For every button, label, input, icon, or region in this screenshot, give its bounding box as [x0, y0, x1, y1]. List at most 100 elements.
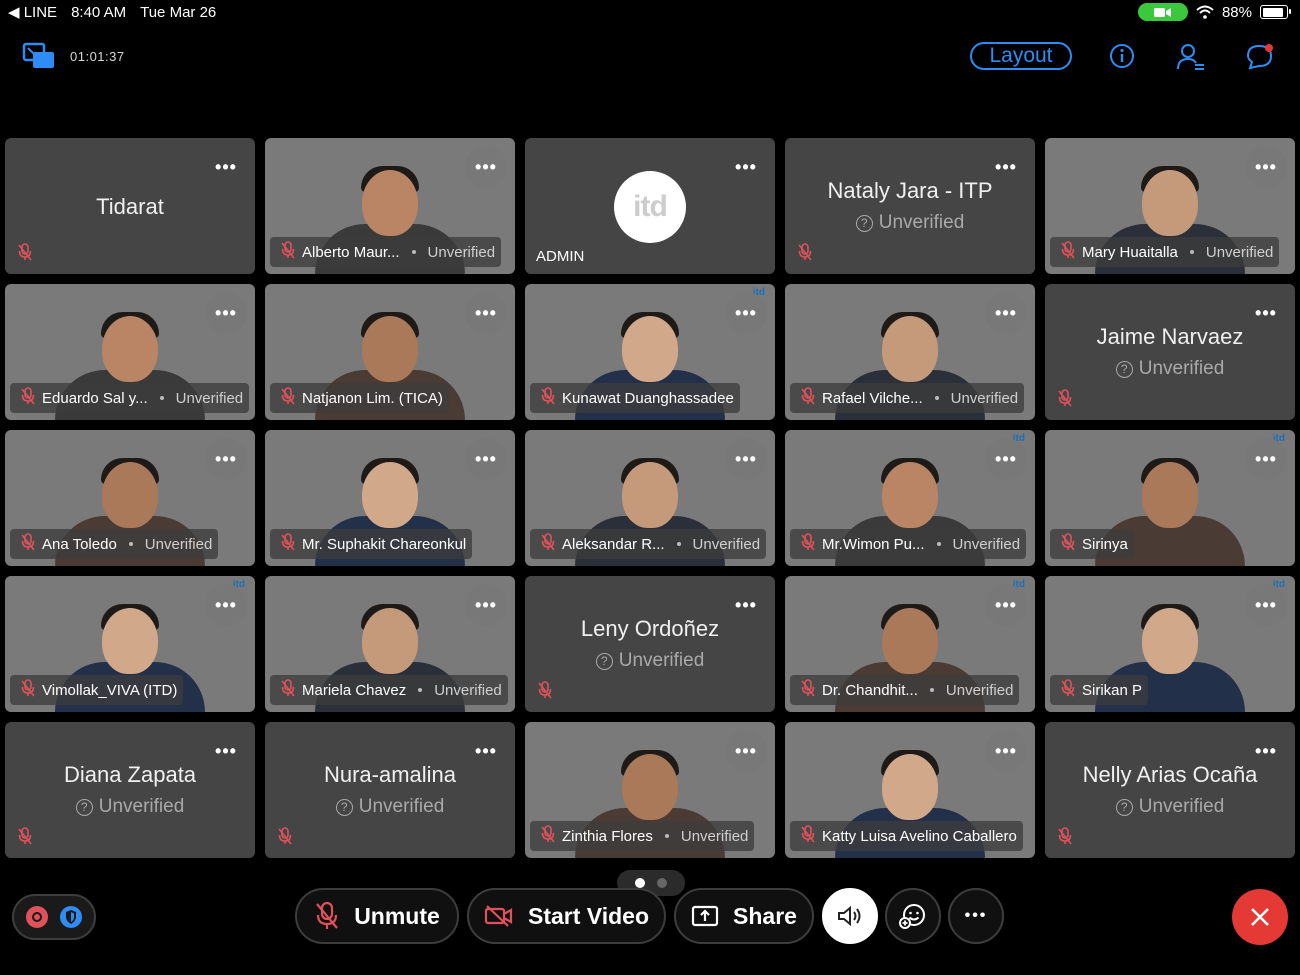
start-video-button[interactable]: Start Video	[467, 888, 666, 944]
tile-more-button[interactable]: •••	[725, 438, 767, 480]
participant-tile[interactable]: Aleksandar R... Unverified •••	[525, 430, 775, 566]
participant-tile[interactable]: Nataly Jara - ITP? Unverified •••	[785, 138, 1035, 274]
participant-tile[interactable]: Zinthia Flores Unverified •••	[525, 722, 775, 858]
info-icon[interactable]	[1108, 42, 1136, 75]
participant-tile[interactable]: Mary Huaitalla Unverified •••	[1045, 138, 1295, 274]
participant-tile[interactable]: Mr. Suphakit Chareonkul •••	[265, 430, 515, 566]
participant-tile[interactable]: Mariela Chavez Unverified •••	[265, 576, 515, 712]
tile-more-button[interactable]: •••	[985, 292, 1027, 334]
verification-status: ? Unverified	[785, 212, 1035, 234]
battery-percent: 88%	[1221, 3, 1252, 21]
participant-name-bar: Ana Toledo Unverified	[10, 529, 219, 559]
participant-tile[interactable]: itd Sirinya •••	[1045, 430, 1295, 566]
tile-more-button[interactable]: •••	[985, 438, 1027, 480]
participant-tile[interactable]: itd Sirikan P •••	[1045, 576, 1295, 712]
tile-more-button[interactable]: •••	[725, 292, 767, 334]
muted-mic-icon	[17, 243, 33, 266]
control-bar: Unmute Start Video Share •••	[0, 888, 1300, 946]
tile-more-button[interactable]: •••	[985, 584, 1027, 626]
tile-more-button[interactable]: •••	[1245, 438, 1287, 480]
switch-view-icon[interactable]	[22, 42, 56, 75]
tile-more-button[interactable]: •••	[205, 730, 247, 772]
participant-name: Mr. Suphakit Chareonkul	[302, 535, 467, 553]
reaction-icon	[899, 904, 925, 929]
participant-name-bar: Kunawat Duanghassadee	[530, 383, 740, 413]
tile-more-button[interactable]: •••	[1245, 146, 1287, 188]
question-icon: ?	[1115, 798, 1133, 816]
participant-name: Sirikan P	[1082, 681, 1143, 699]
tile-more-button[interactable]: •••	[1245, 292, 1287, 334]
tile-more-button[interactable]: •••	[725, 584, 767, 626]
participant-tile[interactable]: Leny Ordoñez? Unverified •••	[525, 576, 775, 712]
participant-tile[interactable]: itd Kunawat Duanghassadee •••	[525, 284, 775, 420]
participant-tile[interactable]: Jaime Narvaez? Unverified •••	[1045, 284, 1295, 420]
participant-tile[interactable]: Nelly Arias Ocaña? Unverified •••	[1045, 722, 1295, 858]
status-pill[interactable]	[12, 894, 96, 940]
participant-tile[interactable]: itd ADMIN •••	[525, 138, 775, 274]
verification-status: ? Unverified	[265, 796, 515, 818]
participant-tile[interactable]: Nura-amalina? Unverified •••	[265, 722, 515, 858]
muted-mic-icon	[280, 533, 296, 555]
participant-name: Tidarat	[96, 194, 164, 219]
share-button[interactable]: Share	[674, 888, 814, 944]
more-icon: •••	[995, 594, 1017, 615]
participant-tile[interactable]: Natjanon Lim. (TICA) •••	[265, 284, 515, 420]
layout-button[interactable]: Layout	[970, 42, 1072, 70]
more-icon: •••	[215, 302, 237, 323]
tile-more-button[interactable]: •••	[985, 146, 1027, 188]
tile-more-button[interactable]: •••	[205, 292, 247, 334]
separator-dot	[418, 688, 423, 692]
participant-tile[interactable]: Eduardo Sal y... Unverified •••	[5, 284, 255, 420]
date: Tue Mar 26	[140, 3, 217, 21]
muted-mic-icon	[20, 533, 36, 555]
muted-mic-icon	[540, 533, 556, 555]
wifi-icon	[1196, 5, 1214, 19]
tile-more-button[interactable]: •••	[1245, 730, 1287, 772]
participant-tile[interactable]: Katty Luisa Avelino Caballero •••	[785, 722, 1035, 858]
reactions-button[interactable]	[885, 888, 941, 944]
participant-name: Katty Luisa Avelino Caballero	[822, 827, 1017, 845]
tile-more-button[interactable]: •••	[465, 146, 507, 188]
speaker-button[interactable]	[822, 888, 878, 944]
tile-more-button[interactable]: •••	[205, 438, 247, 480]
verification-label: Unverified	[358, 796, 445, 817]
chat-icon[interactable]	[1245, 42, 1275, 77]
participant-name-bar: Sirinya	[1050, 529, 1134, 559]
participant-tile[interactable]: Alberto Maur... Unverified •••	[265, 138, 515, 274]
more-options-button[interactable]: •••	[948, 888, 1004, 944]
tile-more-button[interactable]: •••	[205, 146, 247, 188]
tile-more-button[interactable]: •••	[465, 292, 507, 334]
tile-more-button[interactable]: •••	[725, 146, 767, 188]
verification-label: Unverified	[878, 212, 965, 233]
more-icon: •••	[735, 594, 757, 615]
more-icon: •••	[475, 448, 497, 469]
question-icon: ?	[595, 652, 613, 670]
tile-more-button[interactable]: •••	[465, 438, 507, 480]
participant-tile[interactable]: itd Mr.Wimon Pu... Unverified •••	[785, 430, 1035, 566]
participant-name: ADMIN	[536, 248, 585, 265]
verification-status: Unverified	[175, 389, 244, 407]
participants-icon[interactable]	[1176, 42, 1206, 77]
separator-dot	[1189, 250, 1194, 254]
muted-mic-icon	[1057, 389, 1073, 412]
verification-status: Unverified	[1205, 243, 1274, 261]
participant-tile[interactable]: Rafael Vilche... Unverified •••	[785, 284, 1035, 420]
participant-tile[interactable]: itd Dr. Chandhit... Unverified •••	[785, 576, 1035, 712]
participant-tile[interactable]: Tidarat •••	[5, 138, 255, 274]
leave-meeting-button[interactable]	[1232, 889, 1288, 945]
tile-more-button[interactable]: •••	[1245, 584, 1287, 626]
participant-tile[interactable]: itd Vimollak_VIVA (ITD) •••	[5, 576, 255, 712]
tile-more-button[interactable]: •••	[725, 730, 767, 772]
tile-more-button[interactable]: •••	[985, 730, 1027, 772]
meeting-timer: 01:01:37	[70, 49, 125, 64]
verification-status: ? Unverified	[525, 650, 775, 672]
tile-more-button[interactable]: •••	[205, 584, 247, 626]
participant-tile[interactable]: Diana Zapata? Unverified •••	[5, 722, 255, 858]
unmute-button[interactable]: Unmute	[295, 888, 459, 944]
participant-tile[interactable]: Ana Toledo Unverified •••	[5, 430, 255, 566]
more-icon: •••	[735, 302, 757, 323]
status-bar: ◀ LINE 8:40 AM Tue Mar 26 88%	[0, 0, 1300, 24]
participant-name-bar: Mr.Wimon Pu... Unverified	[790, 529, 1027, 559]
tile-more-button[interactable]: •••	[465, 584, 507, 626]
tile-more-button[interactable]: •••	[465, 730, 507, 772]
